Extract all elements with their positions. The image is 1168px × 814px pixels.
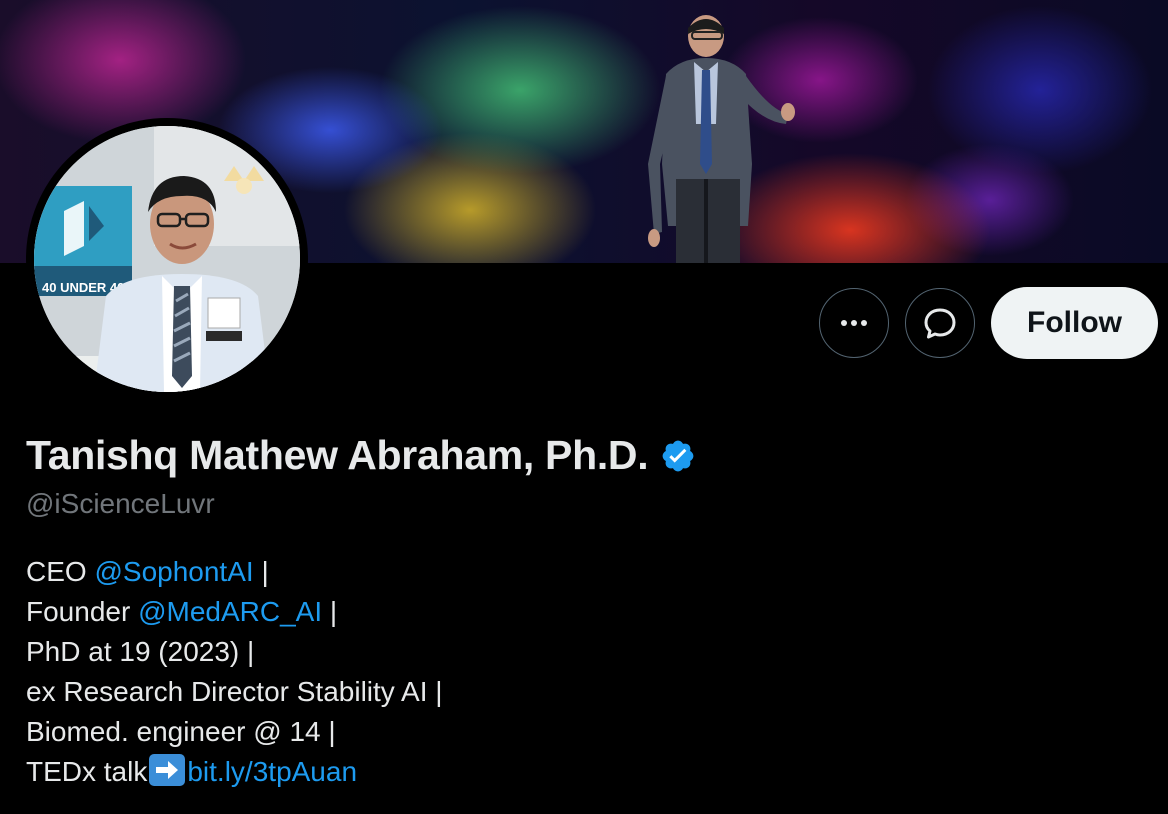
bio-line: CEO @SophontAI |	[26, 552, 443, 592]
more-options-icon	[841, 320, 868, 326]
more-options-button[interactable]	[819, 288, 890, 358]
profile-handle: @iScienceLuvr	[26, 488, 215, 519]
bio-text: CEO	[26, 556, 95, 587]
follow-button[interactable]: Follow	[991, 287, 1158, 359]
profile-avatar[interactable]: 40 UNDER 40	[26, 118, 308, 400]
profile-name-row: Tanishq Mathew Abraham, Ph.D.	[26, 432, 696, 479]
bio-line: Founder @MedARC_AI |	[26, 592, 443, 632]
profile-actions: Follow	[819, 287, 1158, 359]
bio-line: TEDx talk bit.ly/3tpAuan	[26, 752, 443, 792]
bio-line: ex Research Director Stability AI |	[26, 676, 443, 707]
bio-line: Biomed. engineer @ 14 |	[26, 716, 336, 747]
banner-speaker-figure	[648, 15, 795, 263]
message-bubble-icon	[924, 308, 956, 339]
mention-link-medarc[interactable]: @MedARC_AI	[138, 596, 322, 627]
message-button[interactable]	[905, 288, 976, 358]
arrow-right-emoji-icon	[149, 754, 186, 786]
avatar-photo: 40 UNDER 40	[34, 126, 300, 392]
website-link[interactable]: bit.ly/3tpAuan	[187, 756, 357, 787]
bio-text: |	[322, 596, 338, 627]
mention-link-sophontai[interactable]: @SophontAI	[94, 556, 253, 587]
display-name: Tanishq Mathew Abraham, Ph.D.	[26, 432, 649, 478]
profile-bio: CEO @SophontAI | Founder @MedARC_AI | Ph…	[26, 552, 443, 792]
bio-line: PhD at 19 (2023) |	[26, 636, 255, 667]
bio-text: TEDx talk	[26, 756, 148, 787]
avatar-illustration: 40 UNDER 40	[34, 126, 300, 392]
bio-text: |	[253, 556, 269, 587]
verified-badge-icon[interactable]	[660, 438, 696, 474]
bio-text: Founder	[26, 596, 139, 627]
